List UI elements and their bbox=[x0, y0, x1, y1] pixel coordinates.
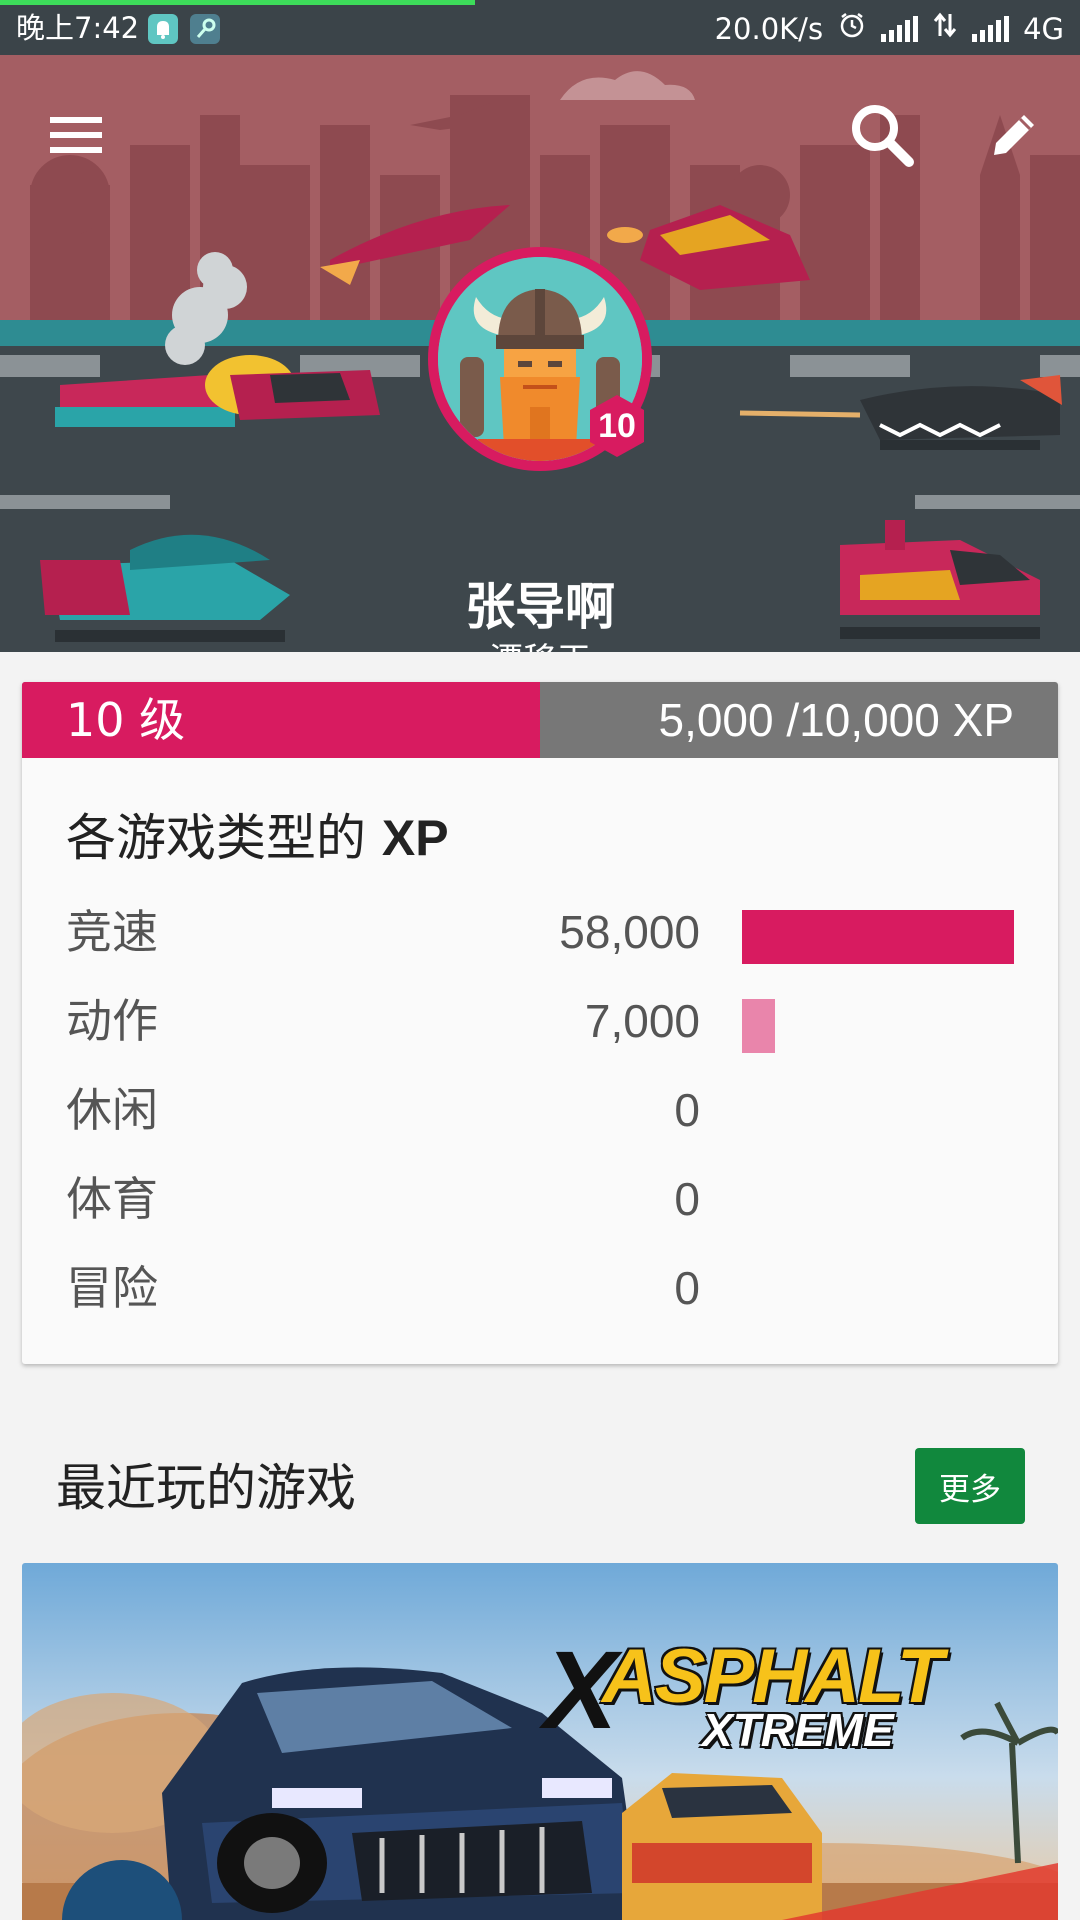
player-name: 张导啊 bbox=[465, 578, 615, 636]
genre-xp-bar bbox=[742, 910, 1014, 964]
avatar-level-text: 10 bbox=[598, 406, 636, 445]
game-logo: X ASPHALT XTREME bbox=[544, 1629, 1002, 1763]
xp-progress-text: 5,000 /10,000 XP bbox=[658, 694, 1014, 746]
genre-row: 冒险 0 bbox=[22, 1244, 1058, 1333]
recent-game-card[interactable]: X ASPHALT XTREME bbox=[22, 1563, 1058, 1920]
genre-name: 休闲 bbox=[66, 1083, 158, 1137]
level-progress-bar: 10 级 5,000 /10,000 XP bbox=[22, 682, 1058, 758]
genre-name: 体育 bbox=[66, 1172, 158, 1226]
xp-section-title-cn: 各游戏类型的 bbox=[66, 809, 366, 867]
data-arrows-icon bbox=[932, 10, 958, 48]
genre-xp-bar bbox=[742, 999, 775, 1053]
genre-xp-value: 0 bbox=[674, 1084, 700, 1136]
hamburger-menu-icon[interactable] bbox=[36, 95, 116, 175]
genre-row: 竞速 58,000 bbox=[22, 888, 1058, 977]
genre-xp-value: 0 bbox=[674, 1173, 700, 1225]
genre-xp-value: 58,000 bbox=[559, 906, 700, 958]
genre-xp-value: 7,000 bbox=[584, 995, 700, 1047]
xp-section-title-xp: XP bbox=[381, 810, 449, 866]
signal-icon bbox=[972, 16, 1010, 42]
level-label: 10 级 bbox=[66, 693, 186, 747]
genre-row: 动作 7,000 bbox=[22, 977, 1058, 1066]
genre-xp-value: 0 bbox=[674, 1262, 700, 1314]
status-time: 晚上7:42 bbox=[16, 11, 140, 45]
profile-header: 10 张导啊 漂移王 bbox=[0, 55, 1080, 652]
game-logo-line2: XTREME bbox=[702, 1704, 894, 1756]
network-type: 4G bbox=[1023, 12, 1064, 46]
recent-games-title: 最近玩的游戏 bbox=[56, 1459, 356, 1517]
xp-card: 10 级 5,000 /10,000 XP 各游戏类型的 XP 竞速 58,00… bbox=[22, 682, 1058, 1364]
search-icon[interactable] bbox=[842, 95, 922, 175]
player-title: 漂移王 bbox=[0, 640, 1080, 652]
genre-row: 体育 0 bbox=[22, 1155, 1058, 1244]
status-right-group: 20.0K/s 4G bbox=[715, 10, 1064, 48]
net-speed: 20.0K/s bbox=[714, 12, 824, 46]
more-button[interactable]: 更多 bbox=[915, 1448, 1025, 1524]
genre-name: 动作 bbox=[66, 994, 158, 1048]
status-progress-line bbox=[0, 0, 475, 5]
alarm-icon bbox=[837, 10, 867, 48]
signal-icon bbox=[881, 16, 919, 42]
avatar-level-badge: 10 bbox=[584, 393, 650, 459]
genre-name: 竞速 bbox=[66, 905, 158, 959]
status-bar: 晚上7:42 20.0K/s 4G bbox=[0, 0, 1080, 55]
xp-section-title: 各游戏类型的 XP bbox=[66, 808, 449, 868]
notification-bell-icon bbox=[148, 14, 178, 44]
key-icon bbox=[190, 14, 220, 44]
genre-name: 冒险 bbox=[66, 1261, 158, 1315]
pencil-edit-icon[interactable] bbox=[974, 95, 1054, 175]
genre-row: 休闲 0 bbox=[22, 1066, 1058, 1155]
